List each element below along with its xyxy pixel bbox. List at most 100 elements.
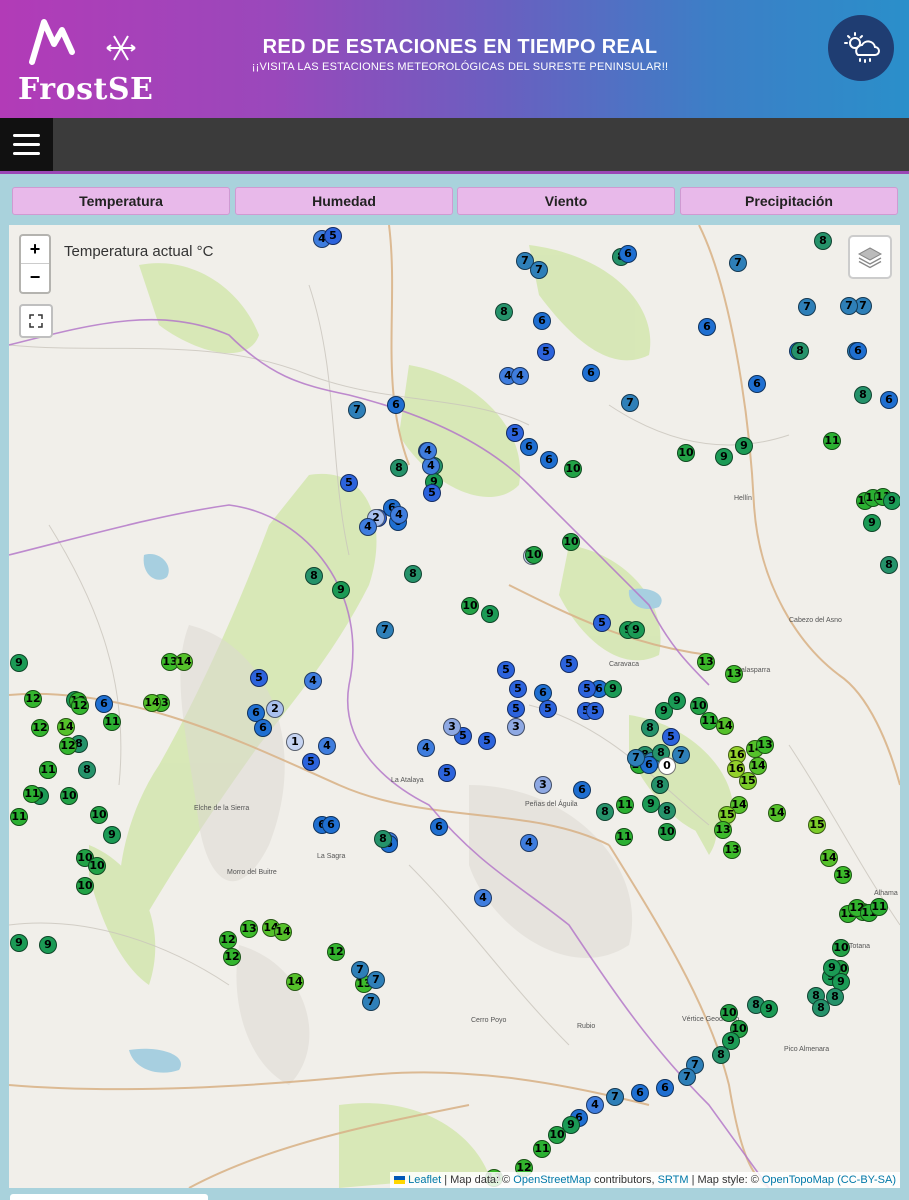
station-marker[interactable]: 6 <box>520 438 538 456</box>
station-marker[interactable]: 9 <box>604 680 622 698</box>
station-marker[interactable]: 11 <box>533 1140 551 1158</box>
osm-link[interactable]: OpenStreetMap <box>513 1174 591 1186</box>
station-marker[interactable]: 9 <box>332 581 350 599</box>
station-marker[interactable]: 6 <box>880 391 898 409</box>
zoom-out-button[interactable]: − <box>21 264 49 291</box>
station-marker[interactable]: 11 <box>10 808 28 826</box>
station-marker[interactable]: 8 <box>658 802 676 820</box>
station-marker[interactable]: 14 <box>57 718 75 736</box>
station-marker[interactable]: 8 <box>495 303 513 321</box>
station-marker[interactable]: 10 <box>60 787 78 805</box>
station-marker[interactable]: 10 <box>76 877 94 895</box>
station-marker[interactable]: 8 <box>826 988 844 1006</box>
station-marker[interactable]: 7 <box>351 961 369 979</box>
station-marker[interactable]: 10 <box>677 444 695 462</box>
station-marker[interactable]: 7 <box>376 621 394 639</box>
station-marker[interactable]: 7 <box>678 1068 696 1086</box>
station-marker[interactable]: 5 <box>506 424 524 442</box>
station-marker[interactable]: 10 <box>88 857 106 875</box>
station-marker[interactable]: 9 <box>627 621 645 639</box>
station-marker[interactable]: 6 <box>619 245 637 263</box>
station-marker[interactable]: 9 <box>39 936 57 954</box>
station-marker[interactable]: 5 <box>302 753 320 771</box>
station-marker[interactable]: 5 <box>423 484 441 502</box>
station-marker[interactable]: 6 <box>631 1084 649 1102</box>
srtm-link[interactable]: SRTM <box>658 1174 689 1186</box>
station-marker[interactable]: 12 <box>31 719 49 737</box>
station-marker[interactable]: 13 <box>834 866 852 884</box>
station-marker[interactable]: 10 <box>525 546 543 564</box>
station-marker[interactable]: 6 <box>387 396 405 414</box>
station-marker[interactable]: 8 <box>305 567 323 585</box>
station-marker[interactable]: 7 <box>621 394 639 412</box>
station-marker[interactable]: 12 <box>71 697 89 715</box>
station-marker[interactable]: 5 <box>593 614 611 632</box>
station-marker[interactable]: 9 <box>883 492 900 510</box>
station-marker[interactable]: 6 <box>322 816 340 834</box>
station-marker[interactable]: 10 <box>832 939 850 957</box>
station-marker[interactable]: 7 <box>530 261 548 279</box>
station-marker[interactable]: 13 <box>756 736 774 754</box>
station-marker[interactable]: 8 <box>596 803 614 821</box>
station-marker[interactable]: 15 <box>808 816 826 834</box>
station-marker[interactable]: 4 <box>390 506 408 524</box>
station-marker[interactable]: 7 <box>627 749 645 767</box>
station-marker[interactable]: 4 <box>318 737 336 755</box>
station-marker[interactable]: 3 <box>507 718 525 736</box>
station-marker[interactable]: 13 <box>714 821 732 839</box>
station-marker[interactable]: 9 <box>668 692 686 710</box>
station-marker[interactable]: 8 <box>78 761 96 779</box>
station-marker[interactable]: 8 <box>641 719 659 737</box>
station-marker[interactable]: 13 <box>697 653 715 671</box>
station-marker[interactable]: 11 <box>103 713 121 731</box>
station-marker[interactable]: 4 <box>520 834 538 852</box>
station-marker[interactable]: 10 <box>461 597 479 615</box>
layers-button[interactable] <box>848 235 892 279</box>
station-marker[interactable]: 6 <box>698 318 716 336</box>
station-marker[interactable]: 12 <box>24 690 42 708</box>
tab-precipitacion[interactable]: Precipitación <box>680 187 898 215</box>
station-marker[interactable]: 10 <box>90 806 108 824</box>
station-marker[interactable]: 5 <box>578 680 596 698</box>
station-marker[interactable]: 6 <box>540 451 558 469</box>
station-marker[interactable]: 1 <box>286 733 304 751</box>
station-marker[interactable]: 5 <box>537 343 555 361</box>
station-marker[interactable]: 2 <box>266 700 284 718</box>
station-marker[interactable]: 3 <box>443 718 461 736</box>
frostse-logo[interactable]: FrostSE <box>14 10 153 110</box>
station-marker[interactable]: 8 <box>374 830 392 848</box>
station-marker[interactable]: 4 <box>304 672 322 690</box>
station-marker[interactable]: 14 <box>274 923 292 941</box>
station-marker[interactable]: 14 <box>820 849 838 867</box>
station-marker[interactable]: 10 <box>564 460 582 478</box>
station-marker[interactable]: 9 <box>715 448 733 466</box>
station-marker[interactable]: 15 <box>739 772 757 790</box>
station-marker[interactable]: 12 <box>219 931 237 949</box>
station-marker[interactable]: 10 <box>548 1126 566 1144</box>
station-marker[interactable]: 8 <box>390 459 408 477</box>
tab-humedad[interactable]: Humedad <box>235 187 453 215</box>
station-map[interactable]: Hellín Caravaca Totana Alhama La Atalaya… <box>9 225 900 1188</box>
tab-temperatura[interactable]: Temperatura <box>12 187 230 215</box>
station-marker[interactable]: 14 <box>716 717 734 735</box>
station-marker[interactable]: 11 <box>23 785 41 803</box>
station-marker[interactable]: 8 <box>651 776 669 794</box>
station-marker[interactable]: 13 <box>240 920 258 938</box>
station-marker[interactable]: 7 <box>606 1088 624 1106</box>
station-marker[interactable]: 11 <box>615 828 633 846</box>
zoom-in-button[interactable]: + <box>21 236 49 264</box>
hamburger-menu-button[interactable] <box>0 118 53 171</box>
station-marker[interactable]: 5 <box>340 474 358 492</box>
station-marker[interactable]: 11 <box>616 796 634 814</box>
station-marker[interactable]: 9 <box>103 826 121 844</box>
station-marker[interactable]: 9 <box>735 437 753 455</box>
station-marker[interactable]: 14 <box>286 973 304 991</box>
station-marker[interactable]: 7 <box>840 297 858 315</box>
station-marker[interactable]: 6 <box>656 1079 674 1097</box>
station-marker[interactable]: 6 <box>748 375 766 393</box>
station-marker[interactable]: 5 <box>497 661 515 679</box>
opentopomap-link[interactable]: OpenTopoMap <box>762 1174 834 1186</box>
tab-viento[interactable]: Viento <box>457 187 675 215</box>
station-marker[interactable]: 3 <box>534 776 552 794</box>
station-marker[interactable]: 9 <box>481 605 499 623</box>
